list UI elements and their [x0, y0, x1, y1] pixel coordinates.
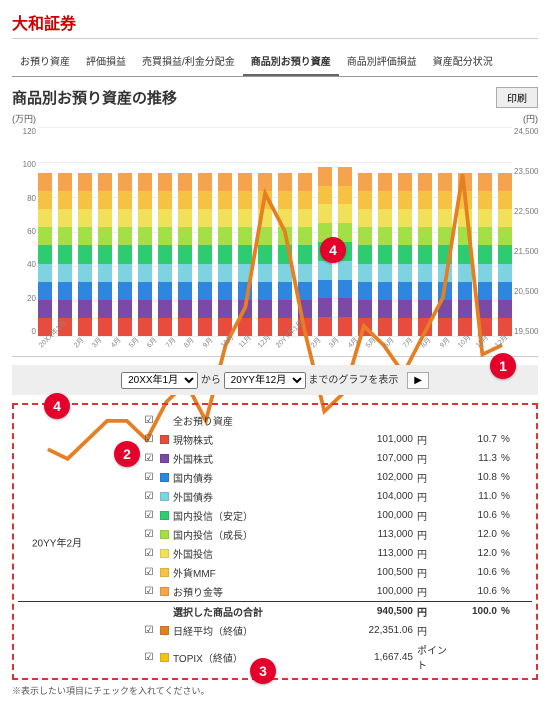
tab-item[interactable]: お預り資産 [12, 47, 78, 76]
right-axis-unit: (円) [523, 112, 538, 125]
checkbox-icon[interactable]: ☑ [142, 434, 156, 445]
checkbox-icon[interactable]: ☑ [142, 472, 156, 483]
tab-item[interactable]: 商品別評価損益 [339, 47, 425, 76]
annotation-badge-4b: 4 [44, 393, 70, 419]
checkbox-icon[interactable]: ☑ [142, 491, 156, 502]
date-range-controls: 1 20XX年1月 から 20YY年12月 までのグラフを表示 ▶ [12, 365, 538, 395]
legend-row: ☑外国債券104,000円11.0% [18, 487, 532, 506]
legend-date: 20YY年2月 [32, 534, 82, 549]
index-row: ☑日経平均（終値）22,351.06円 [18, 621, 532, 640]
to-month-select[interactable]: 20YY年12月 [224, 372, 306, 389]
legend-row: ☑外国投信113,000円12.0% [18, 544, 532, 563]
tab-item[interactable]: 資産配分状況 [425, 47, 501, 76]
page-title: 商品別お預り資産の推移 [12, 87, 177, 108]
tab-bar: お預り資産評価損益売買損益/利金分配金商品別お預り資産商品別評価損益資産配分状況 [12, 47, 538, 77]
checkbox-icon[interactable]: ☑ [142, 510, 156, 521]
legend-row: ☑お預り金等100,000円10.6% [18, 582, 532, 601]
checkbox-icon[interactable]: ☑ [142, 625, 156, 636]
legend-row: ☑外国株式107,000円11.3% [18, 449, 532, 468]
checkbox-icon[interactable]: ☑ [142, 415, 156, 426]
legend-row: ☑外貨MMF100,500円10.6% [18, 563, 532, 582]
from-month-select[interactable]: 20XX年1月 [121, 372, 198, 389]
checkbox-icon[interactable]: ☑ [142, 529, 156, 540]
checkbox-icon[interactable]: ☑ [142, 453, 156, 464]
tab-item[interactable]: 商品別お預り資産 [243, 47, 339, 76]
footer-note: ※表示したい項目にチェックを入れてください。 [12, 684, 538, 697]
annotation-badge-3: 3 [250, 658, 276, 684]
show-graph-button[interactable]: ▶ [407, 372, 429, 389]
legend-panel: 4 2 3 20YY年2月 ☑ 全お預り資産 ☑現物株式101,000円10.7… [12, 403, 538, 680]
print-button[interactable]: 印刷 [496, 87, 538, 108]
legend-all-row: ☑ 全お預り資産 [18, 411, 532, 430]
annotation-badge-1: 1 [490, 353, 516, 379]
tab-item[interactable]: 売買損益/利金分配金 [134, 47, 243, 76]
asset-chart: 4 120100806040200 24,50023,50022,50021,5… [12, 127, 538, 357]
annotation-badge-4: 4 [320, 237, 346, 263]
checkbox-icon[interactable]: ☑ [142, 652, 156, 663]
annotation-badge-2: 2 [114, 441, 140, 467]
left-axis-unit: (万円) [12, 112, 36, 125]
checkbox-icon[interactable]: ☑ [142, 586, 156, 597]
legend-row: ☑国内投信（成長）113,000円12.0% [18, 525, 532, 544]
legend-total-row: 選択した商品の合計 940,500 円 100.0 % [18, 601, 532, 621]
legend-row: ☑国内投信（安定）100,000円10.6% [18, 506, 532, 525]
checkbox-icon[interactable]: ☑ [142, 567, 156, 578]
checkbox-icon[interactable]: ☑ [142, 548, 156, 559]
brand-logo: 大和証券 [12, 10, 538, 39]
range-separator: から [201, 375, 221, 386]
range-suffix: までのグラフを表示 [308, 375, 398, 386]
legend-row: ☑国内債券102,000円10.8% [18, 468, 532, 487]
tab-item[interactable]: 評価損益 [78, 47, 134, 76]
legend-row: ☑現物株式101,000円10.7% [18, 430, 532, 449]
